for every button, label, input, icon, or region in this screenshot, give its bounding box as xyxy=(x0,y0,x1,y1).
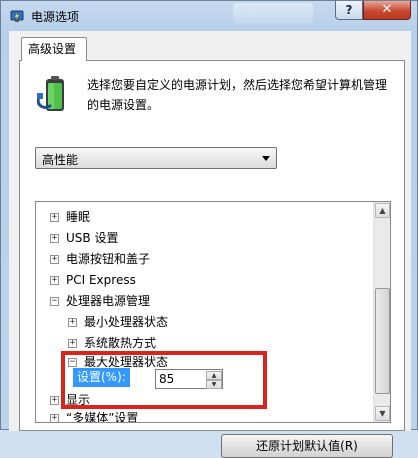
power-options-window: 电源选项 ? ✕ 高级设置 选择您要自定义的电源计划，然后选择您希望计算机管理的… xyxy=(0,0,418,458)
close-button[interactable]: ✕ xyxy=(363,1,411,20)
title-bar-glass xyxy=(233,3,313,23)
expand-icon[interactable]: + xyxy=(68,339,77,348)
tree-scrollbar[interactable]: ▲ ▼ xyxy=(373,202,390,422)
power-options-icon xyxy=(10,10,24,22)
tree-item-label: 最小处理器状态 xyxy=(84,315,169,329)
tree-item-label: 显示 xyxy=(66,393,91,407)
tab-advanced-settings[interactable]: 高级设置 xyxy=(21,37,87,61)
restore-defaults-button[interactable]: 还原计划默认值(R) xyxy=(221,434,393,458)
spin-down-icon[interactable]: ▼ xyxy=(206,380,222,389)
expand-icon[interactable]: + xyxy=(50,234,59,243)
battery-power-icon xyxy=(37,76,64,111)
tree-item-label: 电源按钮和盖子 xyxy=(66,252,151,266)
expand-icon[interactable]: + xyxy=(50,276,59,285)
scroll-down-icon[interactable]: ▼ xyxy=(375,406,390,421)
scrollbar-thumb[interactable] xyxy=(375,288,390,394)
collapse-icon[interactable]: − xyxy=(68,358,77,367)
plan-description: 选择您要自定义的电源计划，然后选择您希望计算机管理的电源设置。 xyxy=(87,78,388,112)
setting-percent-label: 设置(%): xyxy=(73,368,130,387)
expand-icon[interactable]: + xyxy=(50,396,59,405)
power-plan-selected: 高性能 xyxy=(42,153,79,167)
max-processor-input[interactable] xyxy=(156,370,210,388)
power-plan-dropdown[interactable]: 高性能 xyxy=(35,147,277,169)
max-processor-spinbox[interactable]: ▲ ▼ xyxy=(155,369,223,389)
help-button[interactable]: ? xyxy=(335,1,363,20)
chevron-down-icon xyxy=(262,156,270,161)
tree-item-label: USB 设置 xyxy=(66,231,119,245)
tree-item-label: 系统散热方式 xyxy=(84,336,157,350)
spin-up-icon[interactable]: ▲ xyxy=(206,371,222,380)
tree-item-label: “多媒体”设置 xyxy=(66,411,139,423)
expand-icon[interactable]: + xyxy=(50,255,59,264)
window-title: 电源选项 xyxy=(31,10,80,24)
tree-item-label: 处理器电源管理 xyxy=(66,294,151,308)
expand-icon[interactable]: + xyxy=(68,318,77,327)
expand-icon[interactable]: + xyxy=(50,213,59,222)
expand-icon[interactable]: + xyxy=(50,414,59,422)
collapse-icon[interactable]: − xyxy=(50,297,59,306)
tree-item-label: PCI Express xyxy=(66,273,136,287)
tree-item-label: 睡眠 xyxy=(66,210,91,224)
title-bar[interactable]: 电源选项 ? ✕ xyxy=(1,1,418,31)
dialog-client-area: 高级设置 选择您要自定义的电源计划，然后选择您希望计算机管理的电源设置。 高性能… xyxy=(9,31,411,458)
power-settings-tree[interactable]: + 睡眠 + USB 设置 + 电源按钮和盖子 + PCI Express − … xyxy=(35,201,391,423)
scroll-up-icon[interactable]: ▲ xyxy=(375,203,390,218)
